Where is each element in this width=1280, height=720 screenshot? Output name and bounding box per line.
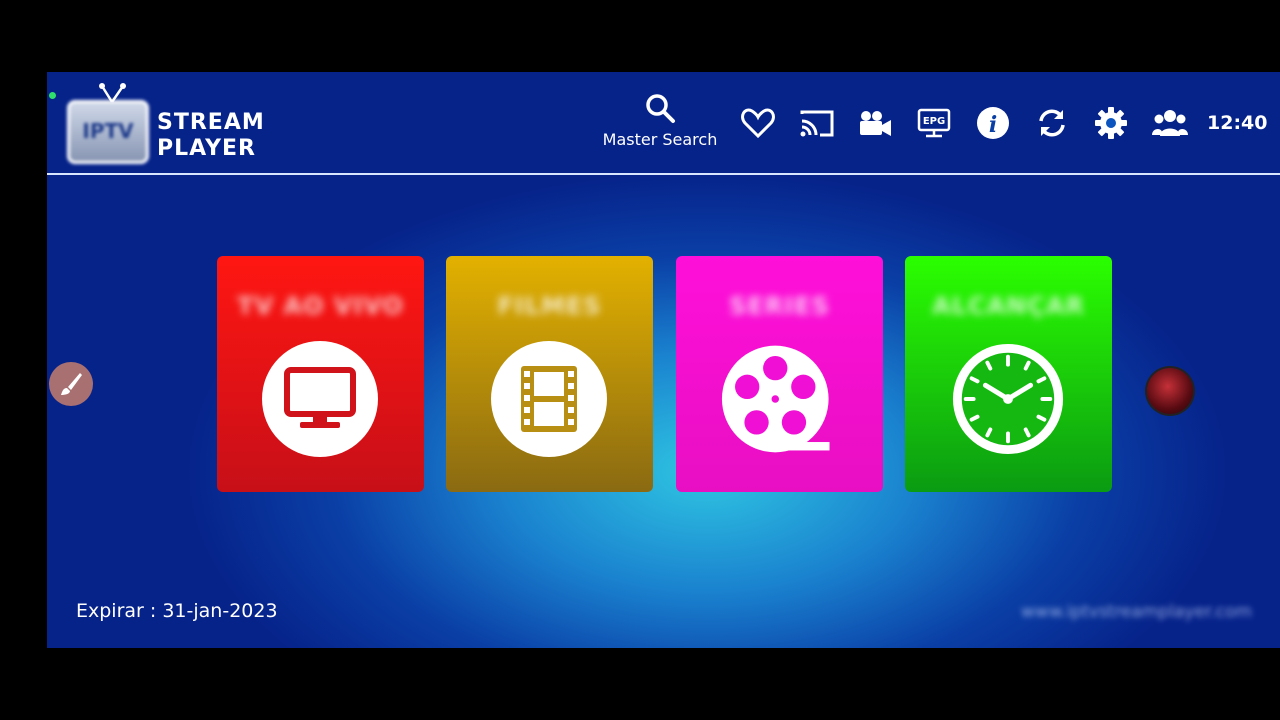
tv-monitor-icon	[284, 367, 356, 428]
settings-button[interactable]	[1093, 105, 1129, 141]
video-camera-icon	[860, 111, 891, 136]
search-icon	[646, 94, 675, 123]
tile-catchup[interactable]: ALCANÇAR	[905, 256, 1112, 492]
film-strip-icon	[521, 366, 577, 432]
tile-catchup-label: ALCANÇAR	[932, 292, 1085, 320]
svg-text:i: i	[989, 112, 997, 138]
website-url: www.iptvstreamplayer.com	[1021, 602, 1252, 622]
theme-brush-button[interactable]	[49, 362, 93, 406]
cast-icon	[800, 110, 834, 137]
expiry-date: Expirar : 31-jan-2023	[76, 600, 278, 622]
epg-button[interactable]: EPG	[916, 105, 952, 141]
refresh-button[interactable]	[1034, 105, 1070, 141]
tile-live-tv-icon-circle	[262, 341, 378, 457]
logo-text: STREAM PLAYER	[157, 110, 265, 162]
tile-live-tv[interactable]: TV AO VIVO	[217, 256, 424, 492]
svg-text:EPG: EPG	[923, 116, 945, 127]
tile-series[interactable]: SERIES	[676, 256, 883, 492]
recordings-button[interactable]	[857, 105, 893, 141]
cast-button[interactable]	[799, 105, 835, 141]
tile-catchup-icon-circle	[950, 341, 1066, 457]
settings-gear-icon	[1095, 107, 1127, 139]
info-icon: i	[977, 107, 1009, 139]
tile-movies[interactable]: FILMES	[446, 256, 653, 492]
favorites-button[interactable]	[740, 105, 776, 141]
refresh-icon	[1039, 109, 1065, 137]
master-search-button[interactable]: Master Search	[595, 92, 725, 149]
app-logo: IPTV STREAM PLAYER	[67, 82, 307, 172]
film-reel-icon	[721, 345, 830, 453]
app-screen: IPTV STREAM PLAYER Master Search EPG i 1…	[47, 72, 1280, 648]
logo-tv-badge: IPTV	[67, 100, 149, 164]
tile-movies-icon-circle	[491, 341, 607, 457]
heart-icon	[741, 108, 775, 138]
logo-line-1: STREAM	[157, 110, 265, 135]
record-button[interactable]	[1147, 368, 1193, 414]
master-search-label: Master Search	[602, 130, 718, 149]
epg-icon: EPG	[917, 108, 951, 138]
header-divider	[47, 173, 1280, 175]
tile-live-tv-label: TV AO VIVO	[237, 292, 404, 320]
brush-icon	[61, 373, 82, 395]
tile-series-label: SERIES	[729, 292, 830, 320]
clock-icon	[952, 343, 1064, 455]
users-icon	[1152, 110, 1188, 136]
tile-series-icon-circle	[721, 341, 837, 457]
clock-time: 12:40	[1207, 112, 1268, 134]
logo-line-2: PLAYER	[157, 136, 256, 161]
info-button[interactable]: i	[975, 105, 1011, 141]
status-indicator-dot	[49, 92, 56, 99]
tile-movies-label: FILMES	[497, 292, 602, 320]
users-button[interactable]	[1152, 105, 1188, 141]
